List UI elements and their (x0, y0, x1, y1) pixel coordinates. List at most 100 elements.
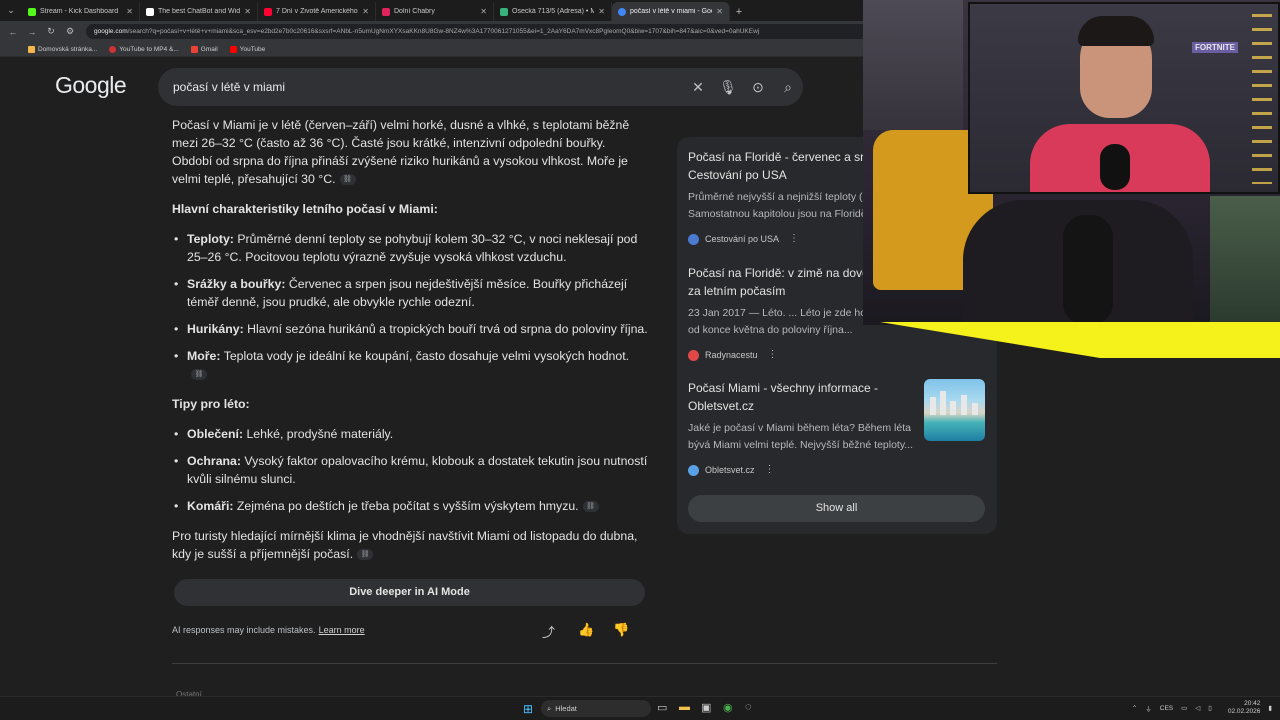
language-indicator[interactable]: CES (1160, 705, 1173, 712)
bookmark-yt-mp4[interactable]: YouTube to MP4 &... (109, 45, 179, 53)
source-title[interactable]: Počasí Miami - všechny informace - Oblet… (688, 379, 908, 415)
webcam-inset: FORTNITE (968, 2, 1280, 194)
ai-disclaimer: AI responses may include mistakes. Learn … (172, 625, 365, 635)
url-path: /search?q=počasí+v+létě+v+miami&sca_esv=… (127, 28, 760, 35)
chrome-icon[interactable]: ◉ (723, 701, 733, 714)
list-item: Ochrana: Vysoký faktor opalovacího krému… (172, 452, 648, 488)
list-item: Srážky a bouřky: Červenec a srpen jsou n… (172, 275, 648, 311)
reload-icon[interactable]: ↻ (44, 26, 58, 37)
windows-start-icon[interactable]: ⊞ (523, 702, 533, 716)
chevron-up-icon[interactable]: ⌃ (1132, 704, 1137, 712)
tab-google-search[interactable]: počasí v létě v miami - Google ...✕ (612, 2, 730, 21)
list-item: Moře: Teplota vody je ideální ke koupání… (172, 347, 648, 383)
link-icon[interactable]: ⛓ (339, 174, 356, 186)
battery-icon[interactable]: ▯ (1208, 704, 1212, 712)
volume-icon[interactable]: ◁ (1195, 704, 1200, 712)
task-view-icon[interactable]: ▭ (657, 701, 667, 714)
close-icon[interactable]: ✕ (244, 7, 251, 16)
google-logo[interactable]: Google (55, 72, 127, 99)
tab-youtube-video[interactable]: 7 Dní v Životě Amerického Mil...✕ (258, 2, 376, 21)
source-snippet: Jaké je počasí v Miami během léta? Během… (688, 422, 914, 451)
search-box[interactable]: počasí v létě v miami ✕ 🎙 ⊙ ⌕ (158, 68, 803, 106)
list-item: Teploty: Průměrné denní teploty se pohyb… (172, 230, 648, 266)
bookmark-youtube[interactable]: YouTube (229, 45, 265, 53)
link-icon[interactable]: ⛓ (582, 501, 599, 513)
converter-icon (109, 45, 117, 53)
store-icon[interactable]: ▣ (701, 701, 711, 714)
gmail-icon (190, 45, 198, 53)
windows-taskbar: ⊞ ⌕ Hledat ▭ ▬ ▣ ◉ ◌ ⌃ ⏚ CES ▭ ◁ ▯ 20:42 0… (0, 696, 1280, 720)
close-icon[interactable]: ✕ (126, 7, 133, 16)
notification-icon[interactable]: ▮ (1268, 704, 1272, 712)
studio-microphone-icon (1063, 215, 1113, 325)
file-explorer-icon[interactable]: ▬ (679, 701, 690, 713)
screen: ⌄ Stream - Kick Dashboard ✕ The best Chat… (0, 0, 1280, 720)
source-meta: Obletsvet.cz ⋮ (688, 461, 914, 479)
back-arrow-icon[interactable]: ← (6, 27, 20, 37)
tab-chatbot[interactable]: The best ChatBot and Widgets✕ (140, 2, 258, 21)
list-item: Oblečení: Lehké, prodyšné materiály. (172, 425, 648, 443)
more-options-icon[interactable]: ⋮ (768, 346, 778, 364)
share-icon[interactable]: ⤴ (542, 622, 555, 641)
headphones-icon (1078, 16, 1154, 46)
new-tab-plus-icon[interactable]: + (730, 2, 748, 21)
source-meta: Radynacestu ⋮ (688, 346, 914, 364)
bookmark-home[interactable]: Domovská stránka... (28, 45, 97, 53)
system-tray: ⌃ ⏚ CES ▭ ◁ ▯ 20:42 02.02.2026 ▮ (1124, 700, 1272, 716)
network-icon[interactable]: ⏚ (1145, 703, 1152, 713)
tab-kick[interactable]: Stream - Kick Dashboard ✕ (22, 2, 140, 21)
link-icon[interactable]: ⛓ (357, 549, 374, 561)
bookmark-gmail[interactable]: Gmail (190, 45, 218, 53)
thumbs-up-icon[interactable]: 👍 (578, 622, 594, 638)
tab-mapy[interactable]: Osecká 713/5 (Adresa) • Mapy...✕ (494, 2, 612, 21)
ai-list-characteristics: Teploty: Průměrné denní teploty se pohyb… (172, 230, 648, 383)
ai-outro: Pro turisty hledající mírnější klima je … (172, 529, 638, 561)
monitor-icon[interactable]: ▭ (1181, 704, 1187, 712)
thumbs-down-icon[interactable]: 👎 (613, 622, 629, 638)
more-options-icon[interactable]: ⋮ (789, 230, 799, 248)
webcam-overlay: FORTNITE (863, 0, 1280, 325)
list-item: Hurikány: Hlavní sezóna hurikánů a tropi… (172, 320, 648, 338)
site-info-icon[interactable]: ⚙ (63, 26, 77, 37)
folder-icon (28, 45, 35, 53)
kick-favicon-icon (28, 7, 36, 16)
site-favicon-icon (688, 464, 699, 476)
fortnite-sign: FORTNITE (1192, 42, 1238, 53)
app-icon[interactable]: ◌ (745, 701, 752, 713)
ai-intro: Počasí v Miami je v létě (červen–září) v… (172, 118, 630, 186)
microphone-icon[interactable]: 🎙 (713, 79, 743, 96)
string-lights (1252, 14, 1272, 184)
green-backdrop (1210, 196, 1280, 324)
source-card[interactable]: Počasí Miami - všechny informace - Oblet… (688, 379, 914, 479)
url-host: google.com (94, 28, 128, 35)
show-all-button[interactable]: Show all (688, 495, 985, 522)
link-icon[interactable]: ⛓ (191, 369, 207, 381)
microphone-icon (1100, 144, 1130, 190)
clock[interactable]: 20:42 02.02.2026 (1220, 700, 1261, 716)
dive-deeper-button[interactable]: Dive deeper in AI Mode (174, 579, 645, 606)
tab-dolni-chabry[interactable]: Dolní Chabry ✕ (376, 2, 494, 21)
search-input[interactable]: počasí v létě v miami (173, 80, 683, 94)
miami-beach-thumbnail[interactable] (924, 379, 985, 441)
ai-heading-characteristics: Hlavní charakteristiky letního počasí v … (172, 202, 438, 216)
address-bar[interactable]: google.com/search?q=počasí+v+létě+v+miam… (86, 24, 886, 39)
lens-camera-icon[interactable]: ⊙ (743, 79, 773, 96)
forward-arrow-icon[interactable]: → (25, 27, 39, 37)
ai-list-tips: Oblečení: Lehké, prodyšné materiály. Och… (172, 425, 648, 515)
youtube-icon (229, 45, 237, 53)
more-options-icon[interactable]: ⋮ (765, 461, 775, 479)
close-icon[interactable]: ✕ (480, 7, 487, 16)
chatbot-favicon-icon (146, 7, 154, 16)
page-favicon-icon (382, 7, 390, 16)
list-item: Komáři: Zejména po deštích je třeba počí… (172, 497, 648, 515)
taskbar-search[interactable]: ⌕ Hledat (541, 700, 651, 717)
search-icon[interactable]: ⌕ (773, 79, 803, 96)
tab-search-icon[interactable]: ⌄ (0, 0, 22, 21)
close-icon[interactable]: ✕ (598, 7, 605, 16)
learn-more-link[interactable]: Learn more (319, 625, 365, 635)
close-icon[interactable]: ✕ (716, 7, 723, 16)
divider (172, 663, 997, 664)
youtube-favicon-icon (264, 7, 272, 16)
close-icon[interactable]: ✕ (362, 7, 369, 16)
clear-icon[interactable]: ✕ (683, 79, 713, 96)
